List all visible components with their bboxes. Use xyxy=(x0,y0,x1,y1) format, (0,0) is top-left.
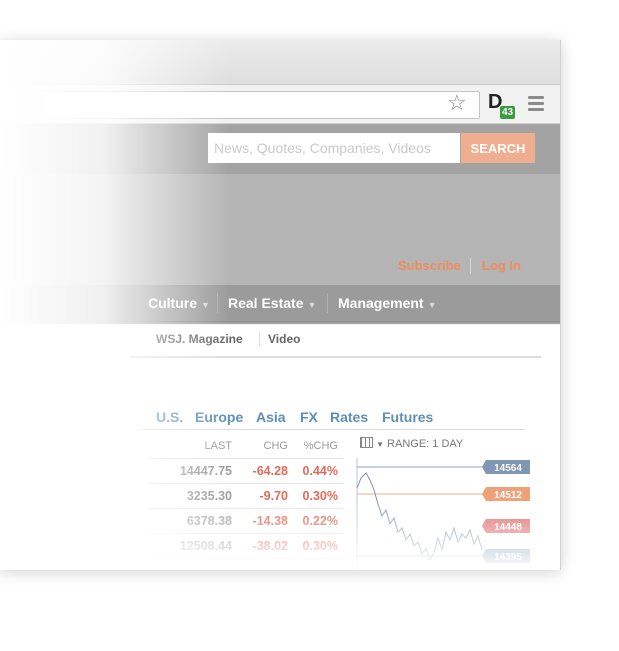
star-icon[interactable]: ☆ xyxy=(447,92,467,114)
main-nav: Culture ▼ Real Estate ▼ Management ▼ xyxy=(0,285,560,321)
price-label-current: 14448 xyxy=(482,519,530,533)
cell-last: 3235.30 xyxy=(148,483,238,509)
chart-header[interactable]: ▼ RANGE: 1 DAY xyxy=(360,437,463,450)
table-row[interactable]: 6378.38 -14.38 0.22% xyxy=(148,508,344,534)
site-header: SEARCH xyxy=(0,124,560,174)
cell-chg: -38.02 xyxy=(238,533,294,559)
tab-asia[interactable]: Asia xyxy=(256,409,286,425)
range-label: RANGE: 1 DAY xyxy=(387,438,464,450)
nav-item-management[interactable]: Management ▼ xyxy=(338,295,437,311)
address-bar[interactable] xyxy=(40,91,480,119)
table-row[interactable]: 14447.75 -64.28 0.44% xyxy=(148,458,344,484)
table-row[interactable]: 12508.44 -38.02 0.30% xyxy=(148,533,344,559)
cell-last: 6378.38 xyxy=(148,508,238,534)
chevron-down-icon: ▼ xyxy=(201,300,210,310)
nav-divider xyxy=(327,293,328,313)
cell-last: 14447.75 xyxy=(148,458,238,484)
price-label-current-text: 14448 xyxy=(494,522,522,533)
col-pct: %CHG xyxy=(294,434,344,459)
search-button[interactable]: SEARCH xyxy=(461,133,535,163)
intraday-chart: 14564 14512 14448 14395 xyxy=(356,458,530,570)
sub-nav: WSJ. Magazine Video xyxy=(0,330,560,356)
price-label-prev-close: 14512 xyxy=(482,487,530,501)
subnav-rule xyxy=(130,356,541,358)
subnav-divider xyxy=(259,332,260,346)
chevron-down-icon: ▼ xyxy=(307,300,317,310)
chevron-down-icon: ▼ xyxy=(376,440,384,449)
browser-tabstrip xyxy=(0,40,560,85)
price-line xyxy=(356,472,483,562)
price-label-bottom-text: 14395 xyxy=(494,552,522,563)
subscribe-link[interactable]: Subscribe xyxy=(398,258,461,273)
login-link[interactable]: Log In xyxy=(482,258,521,273)
quotes-table: LAST CHG %CHG 14447.75 -64.28 0.44% 3235… xyxy=(148,434,344,559)
price-label-bottom: 14395 xyxy=(482,549,530,563)
chevron-down-icon: ▼ xyxy=(427,300,437,310)
cell-last: 12508.44 xyxy=(148,533,238,559)
cell-chg: -9.70 xyxy=(238,483,294,509)
table-header-row: LAST CHG %CHG xyxy=(148,434,344,459)
cell-pct: 0.30% xyxy=(294,483,344,509)
price-label-top-text: 14564 xyxy=(494,463,522,474)
nav-label: Culture xyxy=(148,295,197,311)
nav-label: Real Estate xyxy=(228,295,304,311)
browser-window: ☆ D 43 SEARCH Subscribe Log In Culture ▼ … xyxy=(0,40,561,570)
nav-item-real-estate[interactable]: Real Estate ▼ xyxy=(228,295,316,311)
search-input[interactable] xyxy=(208,133,460,163)
tab-rates[interactable]: Rates xyxy=(330,409,368,425)
cell-pct: 0.30% xyxy=(294,533,344,559)
price-label-top: 14564 xyxy=(482,460,530,474)
cell-chg: -14.38 xyxy=(238,508,294,534)
price-label-prev-close-text: 14512 xyxy=(494,490,522,501)
tab-us[interactable]: U.S. xyxy=(156,409,183,425)
tab-europe[interactable]: Europe xyxy=(195,409,243,425)
nav-shadow xyxy=(0,321,560,325)
col-last: LAST xyxy=(148,434,238,459)
cell-pct: 0.22% xyxy=(294,508,344,534)
nav-divider xyxy=(217,293,218,313)
header-divider xyxy=(470,258,471,274)
subnav-item-magazine[interactable]: WSJ. Magazine xyxy=(156,332,243,346)
table-row[interactable]: 3235.30 -9.70 0.30% xyxy=(148,483,344,509)
subnav-item-video[interactable]: Video xyxy=(268,332,300,346)
nav-label: Management xyxy=(338,295,424,311)
col-chg: CHG xyxy=(238,434,294,459)
tabs-rule xyxy=(140,429,525,430)
extension-badge: 43 xyxy=(500,106,516,119)
hamburger-menu-icon[interactable] xyxy=(528,96,544,114)
browser-toolbar: ☆ D 43 xyxy=(0,85,560,124)
grid-icon xyxy=(360,437,373,448)
extension-icon[interactable]: D 43 xyxy=(486,91,520,119)
tab-futures[interactable]: Futures xyxy=(382,409,433,425)
nav-item-culture[interactable]: Culture ▼ xyxy=(148,295,210,311)
cell-pct: 0.44% xyxy=(294,458,344,484)
cell-chg: -64.28 xyxy=(238,458,294,484)
tab-fx[interactable]: FX xyxy=(300,409,318,425)
